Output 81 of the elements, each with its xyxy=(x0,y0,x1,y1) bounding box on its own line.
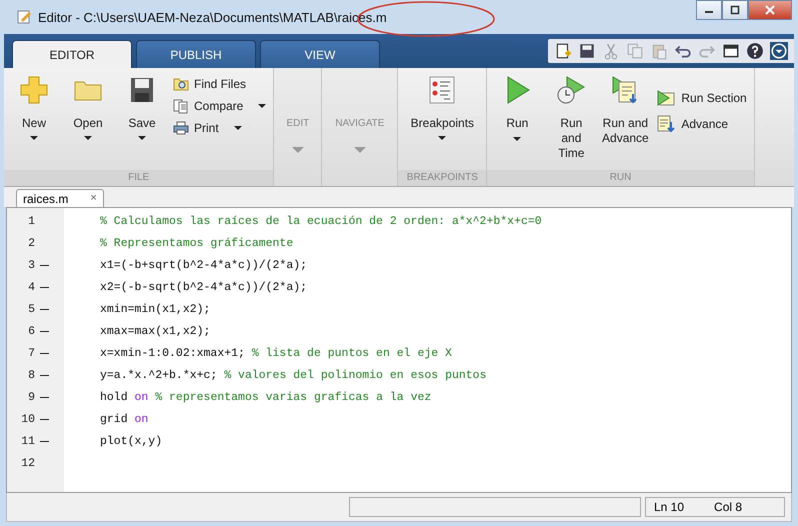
run-and-time-button[interactable]: Run and Time xyxy=(545,72,598,170)
code-line: % Calculamos las raíces de la ecuación de 2 orden: a*x^2+b*x+c=0 xyxy=(99,214,542,228)
line-number: 2 xyxy=(27,236,35,250)
window-icon[interactable] xyxy=(722,42,740,60)
new-file-icon[interactable] xyxy=(554,42,572,60)
executable-line-marker[interactable] xyxy=(40,374,49,376)
caret-icon xyxy=(354,147,366,153)
line-number: 7 xyxy=(27,346,35,360)
group-label: RUN xyxy=(487,170,754,186)
line-number: 3 xyxy=(27,258,35,272)
executable-line-marker[interactable] xyxy=(40,418,49,420)
close-button[interactable] xyxy=(748,0,792,20)
line-number: 12 xyxy=(20,456,35,470)
find-button[interactable]: Find Files xyxy=(170,74,270,94)
code-line: x=xmin-1:0.02:xmax+1; % lista de puntos en el eje X xyxy=(99,346,452,360)
new-button[interactable]: New xyxy=(8,72,60,170)
help-icon[interactable] xyxy=(746,42,764,60)
line-number: 1 xyxy=(27,214,35,228)
plus-icon xyxy=(18,74,50,106)
maximize-button[interactable] xyxy=(722,0,748,20)
code-line: x2=(-b-sqrt(b^2-4*a*c))/(2*a); xyxy=(99,280,308,294)
play-document-icon xyxy=(656,88,676,108)
maximize-icon xyxy=(730,5,740,15)
line-number: 10 xyxy=(20,412,35,426)
minimize-button[interactable] xyxy=(696,0,722,20)
executable-line-marker[interactable] xyxy=(40,440,49,442)
line-indicator: Ln 10 xyxy=(654,500,684,514)
run-button[interactable]: Run xyxy=(491,72,544,170)
advance-button[interactable]: Advance xyxy=(653,112,750,136)
caret-icon xyxy=(513,137,522,141)
ribbon-tab[interactable]: PUBLISH xyxy=(136,40,256,68)
compare-button[interactable]: Compare xyxy=(170,96,270,116)
line-number: 6 xyxy=(27,324,35,338)
print-button[interactable]: Print xyxy=(170,118,270,138)
executable-line-marker[interactable] xyxy=(40,352,49,354)
folder-search-icon xyxy=(173,76,189,92)
line-number: 11 xyxy=(20,434,35,448)
line-number: 5 xyxy=(27,302,35,316)
play-stopwatch-icon xyxy=(555,74,588,106)
caret-icon xyxy=(30,136,38,140)
executable-line-marker[interactable] xyxy=(40,264,49,266)
ribbon-tab[interactable]: VIEW xyxy=(260,40,380,68)
run-and-advance-button[interactable]: Run and Advance xyxy=(599,72,652,170)
column-indicator: Col 8 xyxy=(714,500,742,514)
code-line: grid on xyxy=(99,412,148,426)
group-label: FILE xyxy=(4,170,274,186)
code-line: xmin=min(x1,x2); xyxy=(99,302,210,316)
group-label: BREAKPOINTS xyxy=(398,170,486,186)
caret-icon xyxy=(292,147,304,153)
caret-icon xyxy=(258,104,266,108)
executable-line-marker[interactable] xyxy=(40,330,49,332)
dropdown-icon[interactable] xyxy=(770,42,788,60)
code-line: x1=(-b+sqrt(b^2-4*a*c))/(2*a); xyxy=(99,258,308,272)
line-number: 4 xyxy=(27,280,35,294)
caret-icon xyxy=(138,136,146,140)
breakpoints-button[interactable]: Breakpoints xyxy=(402,72,482,170)
close-tab-button[interactable]: × xyxy=(90,192,97,206)
ribbon-tab[interactable]: EDITOR xyxy=(12,40,132,68)
caret-icon xyxy=(234,126,242,130)
document-icon xyxy=(173,98,189,114)
document-tab[interactable]: raices.m × xyxy=(16,189,104,207)
executable-line-marker[interactable] xyxy=(40,286,49,288)
line-number: 9 xyxy=(27,390,35,404)
save-button[interactable]: Save xyxy=(116,72,168,170)
code-line: % Representamos gráficamente xyxy=(99,236,294,250)
code-line: plot(x,y) xyxy=(99,434,162,448)
line-number: 8 xyxy=(27,368,35,382)
save-icon[interactable] xyxy=(578,42,596,60)
executable-line-marker[interactable] xyxy=(40,308,49,310)
printer-icon xyxy=(173,120,189,136)
open-button[interactable]: Open xyxy=(62,72,114,170)
caret-icon xyxy=(438,136,446,140)
caret-icon xyxy=(84,136,92,140)
editor-app-icon xyxy=(16,9,32,25)
executable-line-marker[interactable] xyxy=(40,396,49,398)
code-line: xmax=max(x1,x2); xyxy=(99,324,210,338)
run-section-button[interactable]: Run Section xyxy=(653,86,750,110)
document-arrow-icon xyxy=(656,114,676,134)
code-line: hold on % representamos varias graficas a la vez xyxy=(99,390,432,404)
close-icon xyxy=(765,5,775,15)
code-line: y=a.*x.^2+b.*x+c; % valores del polinomio en esos puntos xyxy=(99,368,486,382)
